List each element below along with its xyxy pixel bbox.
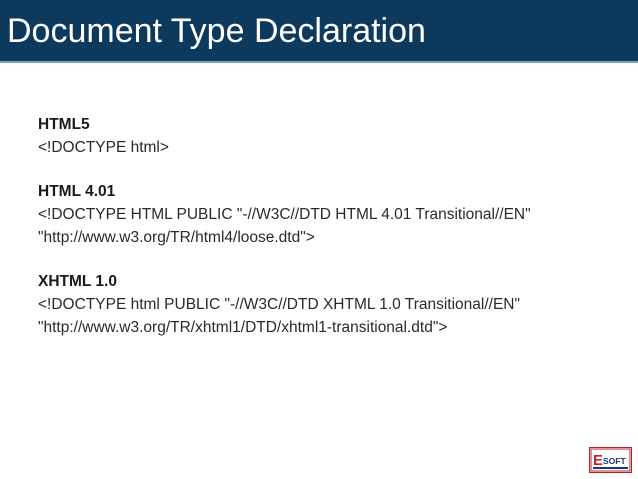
- doctype-line: "http://www.w3.org/TR/xhtml1/DTD/xhtml1-…: [38, 319, 448, 336]
- svg-text:SOFT: SOFT: [603, 456, 626, 466]
- esoft-logo: E SOFT: [589, 447, 632, 473]
- entry-heading: XHTML 1.0: [38, 273, 117, 290]
- doctype-line: "http://www.w3.org/TR/html4/loose.dtd">: [38, 229, 315, 246]
- doctype-line: <!DOCTYPE HTML PUBLIC "-//W3C//DTD HTML …: [38, 206, 531, 223]
- doctype-entry-html5: HTML5 <!DOCTYPE html>: [38, 113, 618, 159]
- doctype-line: <!DOCTYPE html PUBLIC "-//W3C//DTD XHTML…: [38, 296, 520, 313]
- doctype-entry-xhtml10: XHTML 1.0 <!DOCTYPE html PUBLIC "-//W3C/…: [38, 270, 618, 339]
- svg-text:E: E: [593, 452, 603, 469]
- title-bar: Document Type Declaration: [0, 0, 638, 63]
- doctype-line: <!DOCTYPE html>: [38, 139, 169, 156]
- entry-heading: HTML 4.01: [38, 183, 116, 200]
- slide-title: Document Type Declaration: [7, 12, 426, 50]
- doctype-list: HTML5 <!DOCTYPE html> HTML 4.01 <!DOCTYP…: [38, 113, 618, 360]
- esoft-logo-mark: E SOFT: [590, 448, 631, 472]
- entry-heading: HTML5: [38, 116, 90, 133]
- doctype-entry-html401: HTML 4.01 <!DOCTYPE HTML PUBLIC "-//W3C/…: [38, 180, 618, 249]
